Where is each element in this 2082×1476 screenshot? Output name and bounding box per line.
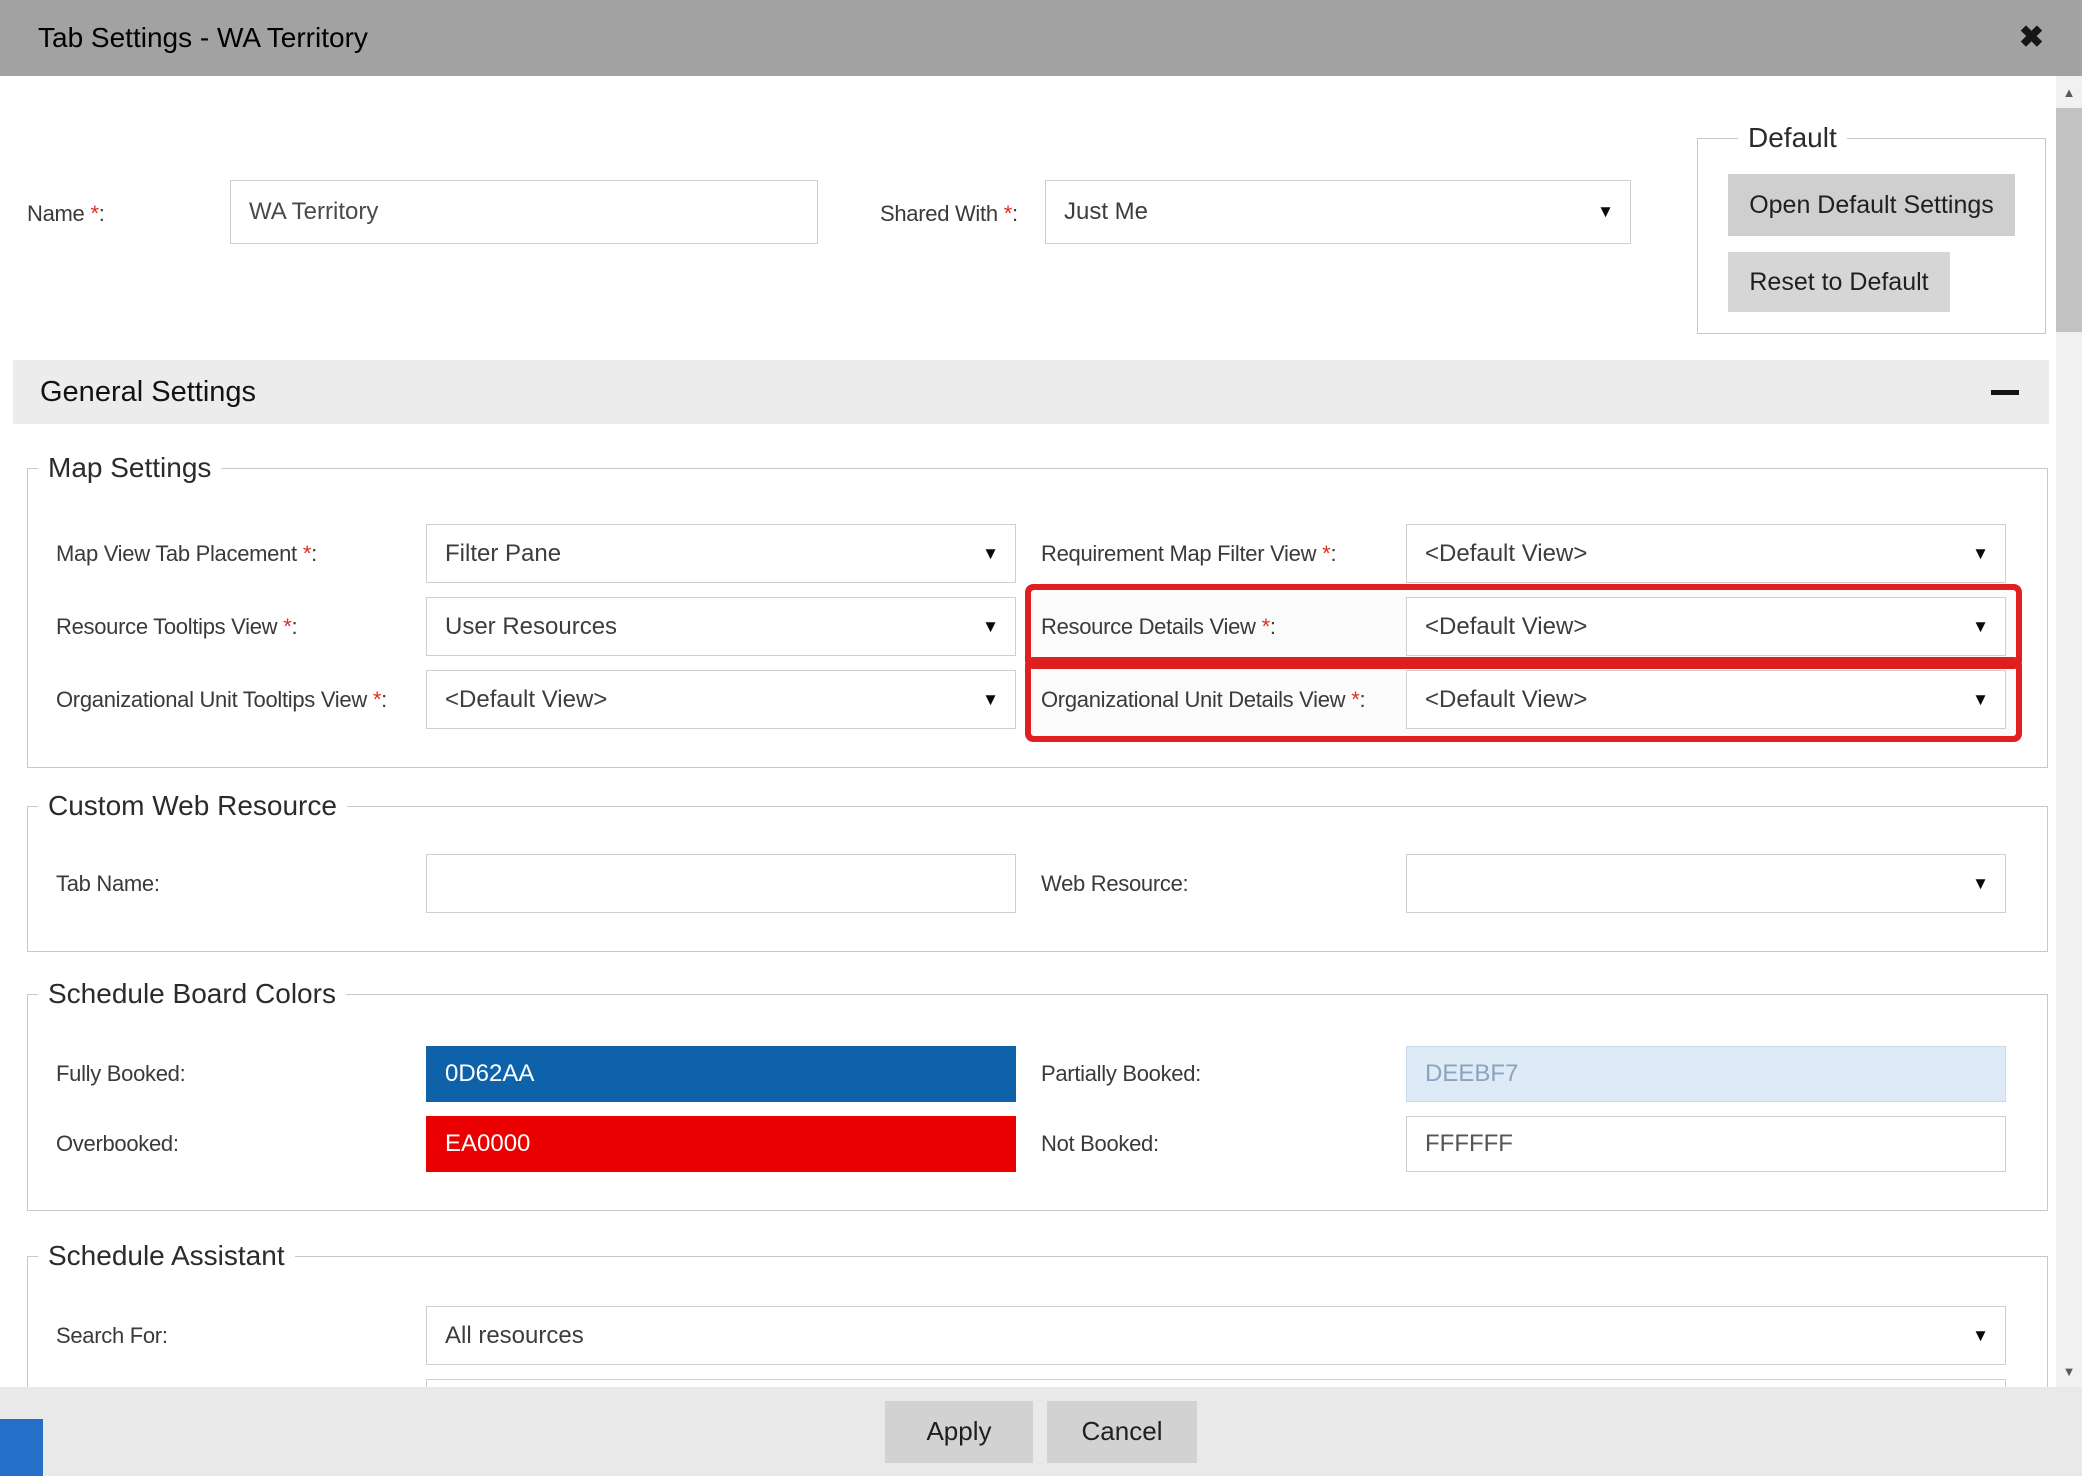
dialog-body: Name*: Shared With*: Just Me ▼ Default O… (0, 76, 2056, 1387)
web-resource-label: Web Resource: (1041, 871, 1406, 897)
scroll-down-button[interactable]: ▼ (2056, 1357, 2082, 1385)
custom-web-resource-legend: Custom Web Resource (38, 790, 347, 822)
partially-booked-label: Partially Booked: (1041, 1061, 1406, 1087)
form-row: Organizational Unit Tooltips View*: <Def… (56, 670, 2047, 729)
map-view-tab-placement-select[interactable]: Filter Pane ▼ (426, 524, 1016, 583)
chevron-down-icon: ▼ (1972, 544, 1989, 564)
chevron-down-icon: ▼ (1972, 874, 1989, 894)
required-marker: * (283, 614, 291, 639)
schedule-board-colors-legend: Schedule Board Colors (38, 978, 346, 1010)
shared-with-label: Shared With*: (880, 201, 1018, 227)
requirement-map-filter-view-label: Requirement Map Filter View*: (1041, 541, 1406, 567)
resource-details-view-select[interactable]: <Default View> ▼ (1406, 597, 2006, 656)
overbooked-label: Overbooked: (56, 1131, 426, 1157)
organizational-unit-details-view-select[interactable]: <Default View> ▼ (1406, 670, 2006, 729)
form-row: Overbooked: EA0000 Not Booked: FFFFFF (56, 1116, 2047, 1172)
schedule-assistant-legend: Schedule Assistant (38, 1240, 295, 1272)
annotation-highlight-box: Organizational Unit Details View*: <Defa… (1031, 663, 2016, 736)
dialog-title: Tab Settings - WA Territory (38, 22, 368, 54)
fully-booked-color-input[interactable]: 0D62AA (426, 1046, 1016, 1102)
selected-value: <Default View> (445, 686, 607, 714)
selected-value: Just Me (1064, 198, 1148, 226)
chevron-down-icon: ▼ (982, 690, 999, 710)
required-marker: * (1262, 614, 1270, 639)
resource-details-view-label: Resource Details View*: (1041, 614, 1406, 640)
map-view-tab-placement-label: Map View Tab Placement*: (56, 541, 426, 567)
overbooked-color-input[interactable]: EA0000 (426, 1116, 1016, 1172)
annotation-highlight-box: Resource Details View*: <Default View> ▼ (1031, 590, 2016, 663)
scroll-down-icon: ▼ (2063, 1364, 2076, 1379)
selected-value: <Default View> (1425, 686, 1587, 714)
chevron-down-icon: ▼ (1972, 617, 1989, 637)
apply-button[interactable]: Apply (885, 1401, 1033, 1463)
resource-tooltips-view-select[interactable]: User Resources ▼ (426, 597, 1016, 656)
default-group: Default Open Default Settings Reset to D… (1697, 122, 2046, 334)
form-row: Search For: All resources ▼ (56, 1306, 2047, 1365)
name-input[interactable] (230, 180, 818, 244)
reset-to-default-button[interactable]: Reset to Default (1728, 252, 1950, 312)
dialog-titlebar: Tab Settings - WA Territory ✖ (0, 0, 2082, 76)
background-artifact (0, 1419, 43, 1476)
scroll-up-icon: ▲ (2063, 85, 2076, 100)
cancel-button[interactable]: Cancel (1047, 1401, 1197, 1463)
organizational-unit-details-view-label: Organizational Unit Details View*: (1041, 687, 1406, 713)
form-row: Fully Booked: 0D62AA Partially Booked: D… (56, 1046, 2047, 1102)
partially-booked-color-input[interactable]: DEEBF7 (1406, 1046, 2006, 1102)
selected-value: All resources (445, 1322, 584, 1350)
vertical-scrollbar[interactable]: ▲ ▼ (2056, 76, 2082, 1387)
search-for-select[interactable]: All resources ▼ (426, 1306, 2006, 1365)
field-pair: Requirement Map Filter View*: <Default V… (1041, 524, 2006, 583)
map-settings-legend: Map Settings (38, 452, 221, 484)
tab-settings-dialog: Tab Settings - WA Territory ✖ Name*: Sha… (0, 0, 2082, 1476)
schedule-assistant-group: Schedule Assistant Search For: All resou… (27, 1240, 2048, 1387)
required-marker: * (303, 541, 311, 566)
fully-booked-label: Fully Booked: (56, 1061, 426, 1087)
clipped-next-field[interactable] (426, 1379, 2006, 1387)
custom-web-resource-group: Custom Web Resource Tab Name: Web Resour… (27, 790, 2048, 952)
selected-value: <Default View> (1425, 613, 1587, 641)
collapse-icon[interactable] (1991, 390, 2019, 395)
schedule-board-colors-group: Schedule Board Colors Fully Booked: 0D62… (27, 978, 2048, 1211)
scroll-up-button[interactable]: ▲ (2056, 78, 2082, 106)
tab-name-label: Tab Name: (56, 871, 426, 897)
selected-value: User Resources (445, 613, 617, 641)
general-settings-header[interactable]: General Settings (13, 360, 2049, 424)
selected-value: <Default View> (1425, 540, 1587, 568)
scrollbar-thumb[interactable] (2056, 108, 2082, 332)
required-marker: * (91, 201, 99, 226)
required-marker: * (1351, 687, 1359, 712)
field-pair: Partially Booked: DEEBF7 (1041, 1046, 2006, 1102)
search-for-label: Search For: (56, 1323, 426, 1349)
name-label: Name*: (27, 201, 105, 227)
required-marker: * (373, 687, 381, 712)
chevron-down-icon: ▼ (1972, 1326, 1989, 1346)
web-resource-select[interactable]: ▼ (1406, 854, 2006, 913)
open-default-settings-button[interactable]: Open Default Settings (1728, 174, 2015, 236)
chevron-down-icon: ▼ (1972, 690, 1989, 710)
field-pair: Not Booked: FFFFFF (1041, 1116, 2006, 1172)
chevron-down-icon: ▼ (1597, 202, 1614, 222)
selected-value: Filter Pane (445, 540, 561, 568)
tab-name-input[interactable] (426, 854, 1016, 913)
required-marker: * (1004, 201, 1012, 226)
organizational-unit-tooltips-view-label: Organizational Unit Tooltips View*: (56, 687, 426, 713)
resource-tooltips-view-label: Resource Tooltips View*: (56, 614, 426, 640)
chevron-down-icon: ▼ (982, 617, 999, 637)
form-row: Tab Name: Web Resource: ▼ (56, 854, 2047, 913)
form-row: Map View Tab Placement*: Filter Pane ▼ R… (56, 524, 2047, 583)
close-icon[interactable]: ✖ (2019, 23, 2044, 53)
form-row: Resource Tooltips View*: User Resources … (56, 597, 2047, 656)
general-settings-title: General Settings (40, 376, 256, 409)
field-pair: Web Resource: ▼ (1041, 854, 2006, 913)
organizational-unit-tooltips-view-select[interactable]: <Default View> ▼ (426, 670, 1016, 729)
not-booked-color-input[interactable]: FFFFFF (1406, 1116, 2006, 1172)
default-group-legend: Default (1738, 122, 1847, 154)
not-booked-label: Not Booked: (1041, 1131, 1406, 1157)
shared-with-select[interactable]: Just Me ▼ (1045, 180, 1631, 244)
map-settings-group: Map Settings Map View Tab Placement*: Fi… (27, 452, 2048, 768)
dialog-footer: Apply Cancel (0, 1387, 2082, 1476)
chevron-down-icon: ▼ (982, 544, 999, 564)
requirement-map-filter-view-select[interactable]: <Default View> ▼ (1406, 524, 2006, 583)
